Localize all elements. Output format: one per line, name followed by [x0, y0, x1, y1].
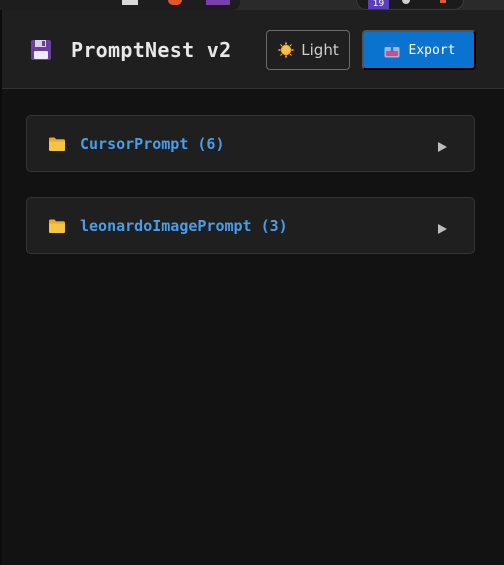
- export-button[interactable]: Export: [362, 30, 476, 70]
- sun-icon: [277, 41, 295, 59]
- expand-arrow-icon[interactable]: [436, 138, 448, 152]
- theme-toggle-label: Light: [301, 41, 339, 59]
- folder-list: CursorPrompt (6) leonardoImagePrompt (3): [2, 89, 504, 565]
- expand-arrow-icon[interactable]: [436, 220, 448, 234]
- extension-dash-icon[interactable]: [440, 0, 446, 3]
- theme-toggle-button[interactable]: Light: [266, 30, 350, 70]
- upload-tray-icon: [383, 41, 401, 59]
- folder-item-leonardoimageprompt[interactable]: leonardoImagePrompt (3): [26, 197, 475, 254]
- folder-label: leonardoImagePrompt (3): [80, 217, 288, 235]
- folder-icon: [48, 218, 66, 234]
- browser-tab[interactable]: [0, 0, 240, 10]
- app-title: PromptNest v2: [71, 38, 232, 62]
- floppy-disk-icon: [30, 39, 52, 61]
- extension-badge[interactable]: 19: [368, 0, 389, 9]
- folder-label: CursorPrompt (6): [80, 135, 225, 153]
- browser-extension-icon[interactable]: [206, 0, 230, 5]
- app-header: PromptNest v2 Light Export: [2, 10, 504, 89]
- folder-icon: [48, 136, 66, 152]
- folder-item-cursorprompt[interactable]: CursorPrompt (6): [26, 115, 475, 172]
- browser-tab-icon: [122, 0, 138, 5]
- browser-toolbar-strip: 19: [0, 0, 504, 10]
- export-label: Export: [408, 42, 456, 58]
